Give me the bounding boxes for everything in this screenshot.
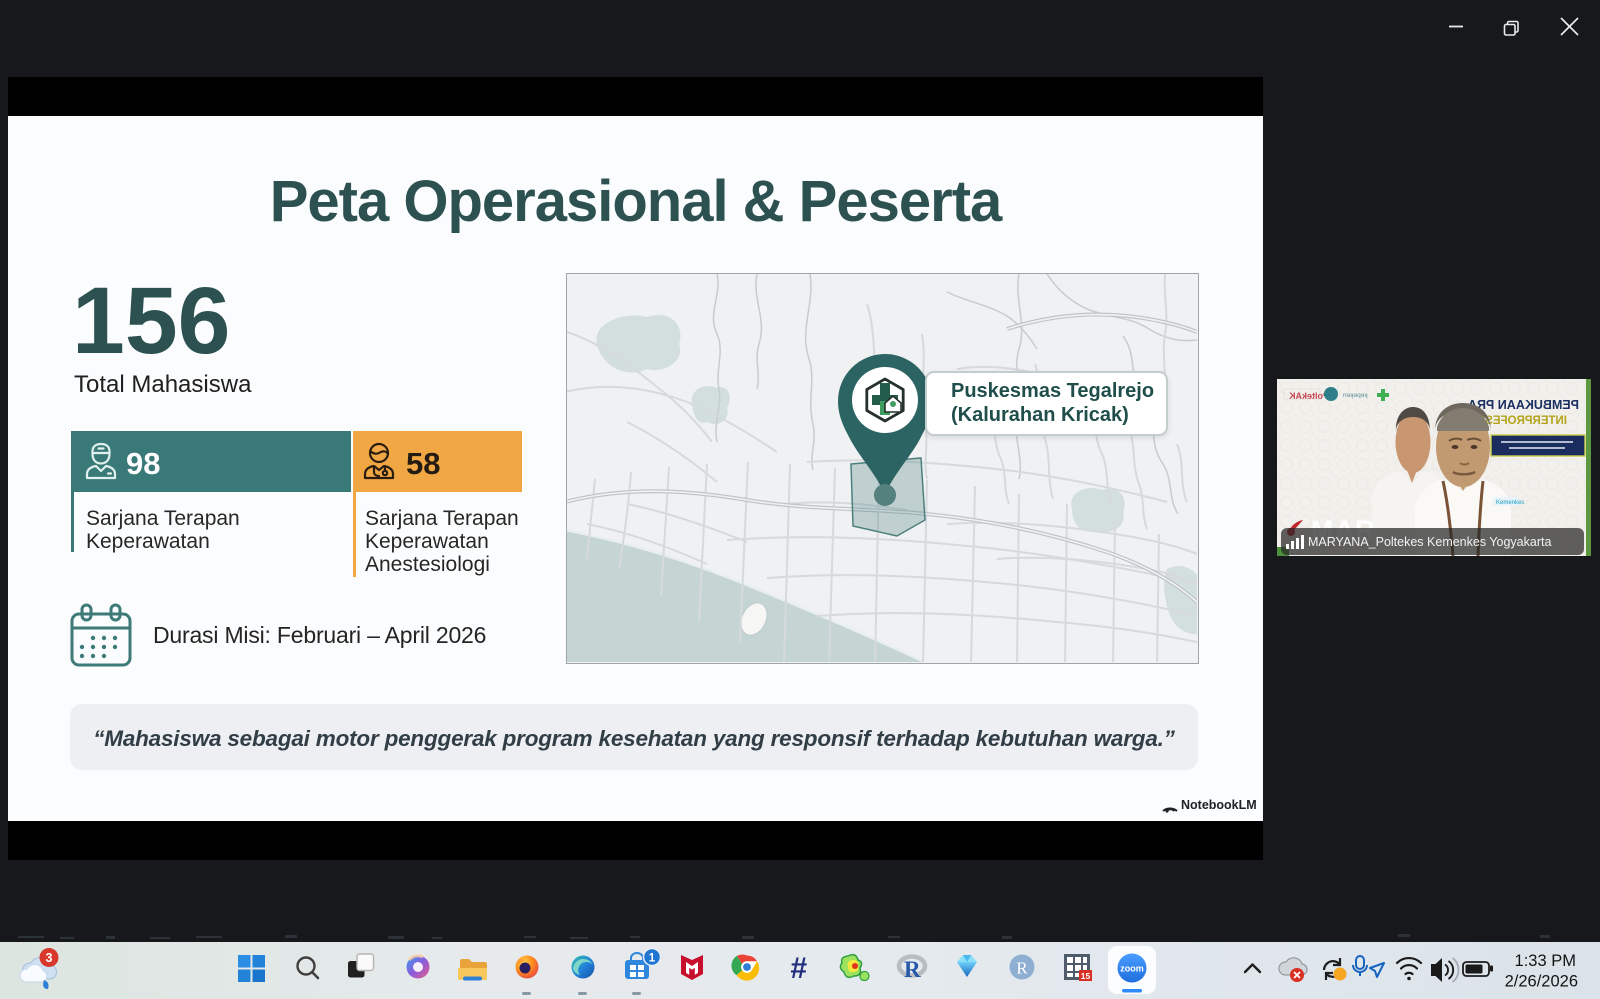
svg-text:1: 1: [649, 953, 656, 965]
svg-text:Kemenkes: Kemenkes: [1496, 500, 1524, 506]
svg-text:3: 3: [46, 951, 53, 965]
svg-text:PEMBUKAAN PRA: PEMBUKAAN PRA: [1468, 398, 1579, 412]
svg-text:R: R: [1016, 959, 1028, 978]
svg-text:2/26/2026: 2/26/2026: [1505, 973, 1578, 991]
svg-text:R: R: [904, 957, 921, 982]
svg-text:#: #: [790, 952, 807, 985]
svg-text:nɘʞɘqɘʞ: nɘʞɘqɘʞ: [1343, 392, 1368, 399]
svg-text:15: 15: [1081, 971, 1091, 981]
svg-text:1:33 PM: 1:33 PM: [1515, 952, 1576, 970]
svg-text:zoom: zoom: [1120, 964, 1144, 974]
